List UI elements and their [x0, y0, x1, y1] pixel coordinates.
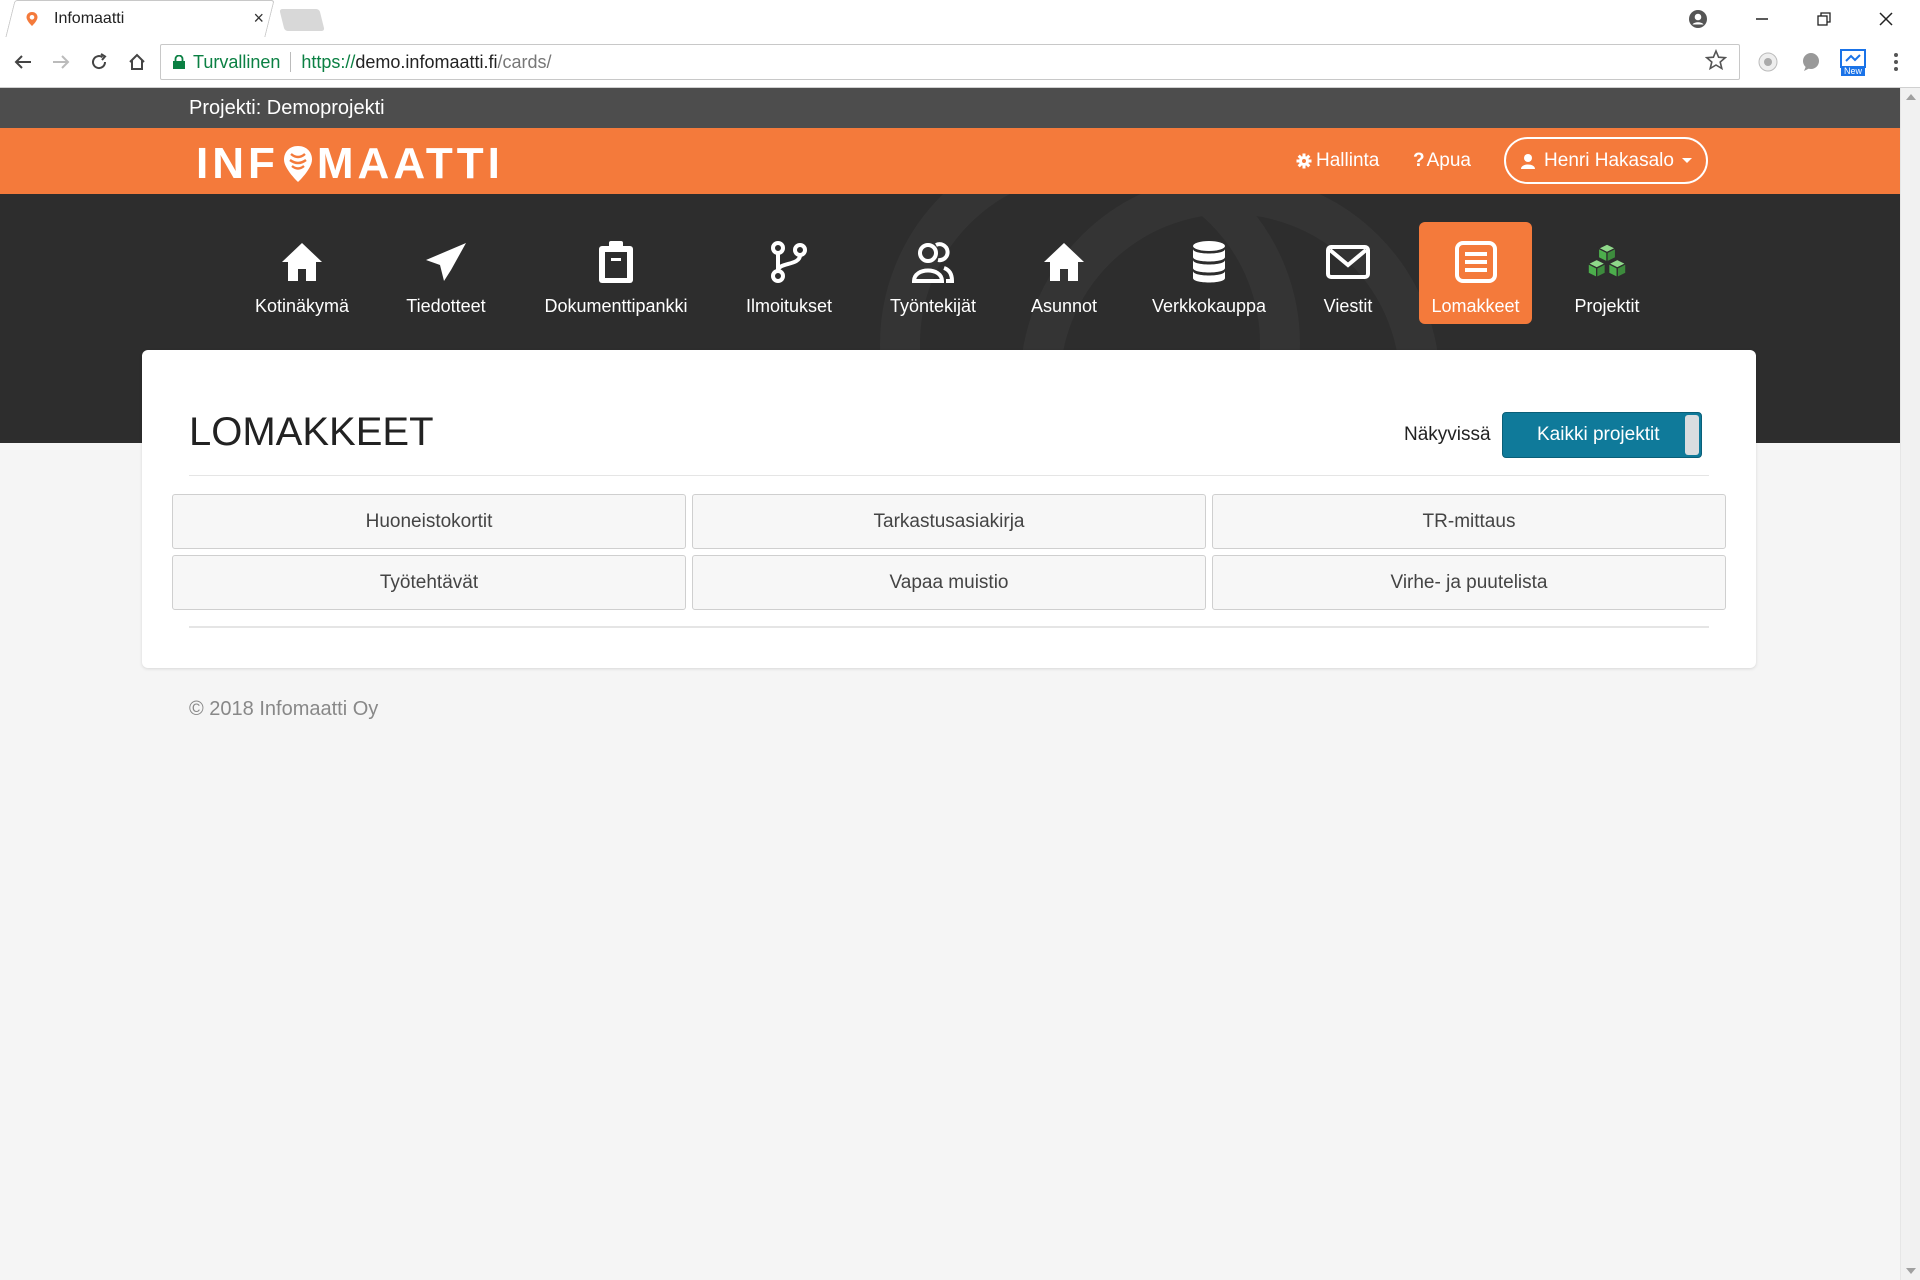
- all-projects-toggle[interactable]: Kaikki projektit: [1502, 412, 1702, 458]
- form-button-tarkastusasiakirja[interactable]: Tarkastusasiakirja: [692, 494, 1206, 549]
- forms-panel: LOMAKKEET Näkyvissä Kaikki projektit Huo…: [142, 350, 1756, 668]
- project-bar: Projekti: Demoprojekti: [0, 88, 1900, 128]
- project-label: Projekti: Demoprojekti: [189, 97, 385, 119]
- restore-icon[interactable]: [1796, 0, 1852, 37]
- infomaatti-logo[interactable]: INF MAATTI: [196, 142, 504, 186]
- back-icon[interactable]: [8, 47, 38, 77]
- form-button-tyotehtavat[interactable]: Työtehtävät: [172, 555, 686, 610]
- extension-chat-icon[interactable]: [1800, 51, 1822, 73]
- reload-icon[interactable]: [84, 47, 114, 77]
- url-host: demo.infomaatti.fi: [355, 51, 498, 72]
- admin-link[interactable]: Hallinta: [1296, 150, 1379, 172]
- help-label: Apua: [1426, 150, 1471, 171]
- browser-tab-strip: Infomaatti ×: [0, 0, 1920, 37]
- page-title: LOMAKKEET: [189, 410, 434, 454]
- all-projects-label: Kaikki projektit: [1537, 424, 1660, 445]
- nav-item-label: Työntekijät: [889, 296, 977, 316]
- bookmark-star-icon[interactable]: [1705, 49, 1727, 71]
- footer-copyright: © 2018 Infomaatti Oy: [189, 698, 379, 720]
- logo-text-left: INF: [196, 139, 279, 188]
- url-scheme: https://: [301, 51, 356, 72]
- profile-icon[interactable]: [1670, 0, 1726, 37]
- chevron-down-icon: [1681, 158, 1692, 163]
- logo-text-right: MAATTI: [316, 139, 504, 188]
- user-name: Henri Hakasalo: [1544, 149, 1674, 171]
- forward-icon[interactable]: [46, 47, 76, 77]
- infomaatti-favicon-icon: [26, 11, 38, 26]
- house-icon: [1044, 243, 1084, 281]
- logo-pin-icon: [283, 146, 312, 182]
- form-button-virhe-ja-puutelista[interactable]: Virhe- ja puutelista: [1212, 555, 1726, 610]
- nav-item-projektit[interactable]: Projektit: [1560, 222, 1654, 324]
- extension-globe-icon[interactable]: [1757, 51, 1779, 73]
- user-icon: [1521, 153, 1536, 169]
- close-window-icon[interactable]: [1858, 0, 1914, 37]
- toggle-knob: [1685, 415, 1699, 455]
- user-menu-button[interactable]: Henri Hakasalo: [1504, 137, 1708, 184]
- nav-item-label: Verkkokauppa: [1151, 296, 1267, 316]
- omnibox-divider: [290, 52, 292, 72]
- users-icon: [911, 242, 955, 283]
- browser-toolbar: Turvallinen https://demo.infomaatti.fi/c…: [0, 37, 1920, 88]
- nav-item-label: Tiedotteet: [406, 296, 486, 316]
- tab-title: Infomaatti: [54, 9, 125, 27]
- envelope-icon: [1326, 245, 1370, 279]
- nav-item-tiedotteet[interactable]: Tiedotteet: [396, 222, 496, 324]
- site-header: INF MAATTI Hallinta ? Apua Henri Hakasal…: [0, 128, 1900, 194]
- cubes-icon: [1586, 243, 1628, 279]
- extension-new-icon[interactable]: New: [1840, 49, 1866, 77]
- divider: [189, 626, 1709, 628]
- nav-item-verkkokauppa[interactable]: Verkkokauppa: [1146, 222, 1272, 324]
- nav-item-label: Lomakkeet: [1431, 296, 1520, 316]
- home-browser-icon[interactable]: [122, 47, 152, 77]
- minimize-icon[interactable]: [1734, 0, 1790, 37]
- form-button-tr-mittaus[interactable]: TR-mittaus: [1212, 494, 1726, 549]
- form-button-vapaa-muistio[interactable]: Vapaa muistio: [692, 555, 1206, 610]
- form-button-huoneistokortit[interactable]: Huoneistokortit: [172, 494, 686, 549]
- lock-icon: [173, 55, 185, 69]
- nav-item-asunnot[interactable]: Asunnot: [1022, 222, 1106, 324]
- nav-item-kotinakyma[interactable]: Kotinäkymä: [246, 222, 358, 324]
- scroll-up-icon[interactable]: [1906, 94, 1916, 100]
- nav-item-lomakkeet[interactable]: Lomakkeet: [1419, 222, 1532, 324]
- admin-label: Hallinta: [1316, 150, 1380, 171]
- new-tab-button[interactable]: [279, 9, 325, 31]
- gear-icon: [1296, 153, 1312, 169]
- secure-label: Turvallinen: [193, 51, 281, 72]
- scroll-down-icon[interactable]: [1906, 1268, 1916, 1274]
- nav-item-ilmoitukset[interactable]: Ilmoitukset: [738, 222, 840, 324]
- divider: [189, 475, 1709, 476]
- nav-item-label: Viestit: [1323, 296, 1373, 316]
- page-scrollbar[interactable]: [1900, 88, 1920, 1280]
- clipboard-icon: [599, 241, 633, 283]
- question-icon: ?: [1413, 150, 1425, 171]
- nav-item-viestit[interactable]: Viestit: [1312, 222, 1384, 324]
- tab-close-icon[interactable]: ×: [253, 8, 264, 29]
- nav-item-dokumenttipankki[interactable]: Dokumenttipankki: [540, 222, 692, 324]
- help-link[interactable]: ? Apua: [1413, 150, 1471, 172]
- nav-item-tyontekijat[interactable]: Työntekijät: [882, 222, 984, 324]
- nav-item-label: Projektit: [1574, 296, 1640, 316]
- nav-item-label: Kotinäkymä: [254, 296, 350, 316]
- url-path: /cards/: [497, 51, 552, 72]
- extension-badge: New: [1844, 66, 1863, 76]
- nav-item-label: Asunnot: [1030, 296, 1098, 316]
- home-icon: [282, 243, 322, 281]
- branch-icon: [771, 241, 807, 283]
- nav-item-label: Ilmoitukset: [745, 296, 833, 316]
- form-list-icon: [1454, 241, 1497, 283]
- nav-item-label: Dokumenttipankki: [544, 296, 688, 316]
- browser-tab[interactable]: Infomaatti ×: [24, 0, 274, 37]
- visible-label: Näkyvissä: [1404, 424, 1491, 445]
- browser-menu-icon[interactable]: [1881, 47, 1911, 77]
- paper-plane-icon: [426, 243, 466, 281]
- address-bar[interactable]: Turvallinen https://demo.infomaatti.fi/c…: [160, 44, 1740, 80]
- database-icon: [1193, 241, 1225, 283]
